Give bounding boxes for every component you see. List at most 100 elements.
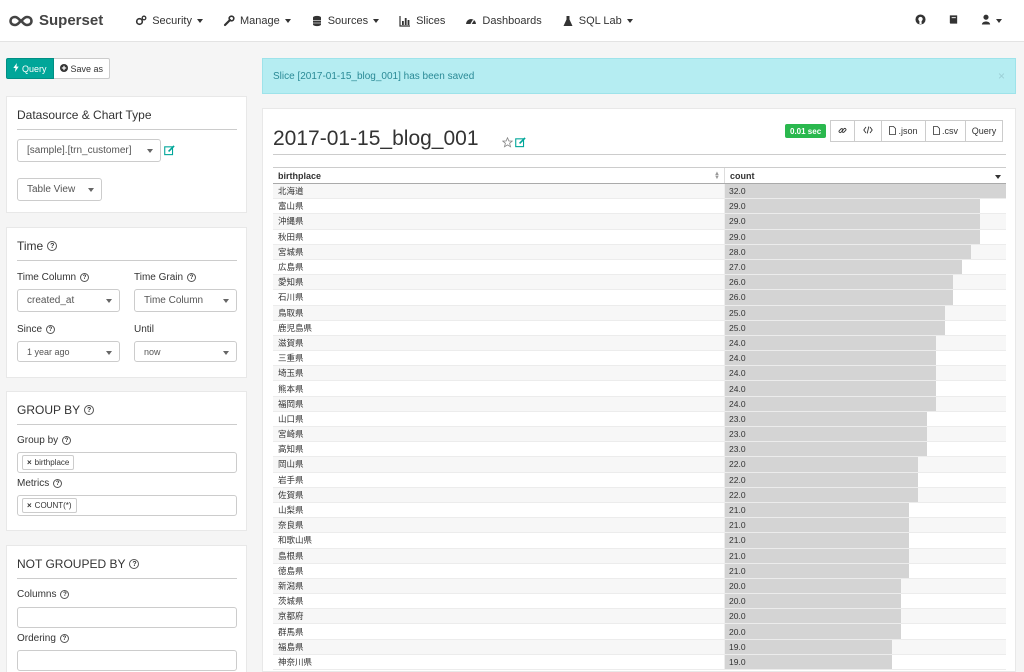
nav-dashboards[interactable]: Dashboards: [465, 15, 542, 27]
nav-slices[interactable]: Slices: [399, 15, 445, 27]
count-bar: [725, 654, 892, 669]
time-title-text: Time: [17, 239, 44, 253]
chart-type-select[interactable]: Table View: [17, 178, 102, 201]
help-icon[interactable]: ?: [60, 590, 70, 599]
help-icon[interactable]: ?: [62, 436, 72, 445]
nav-manage-label: Manage: [239, 14, 280, 27]
since-select[interactable]: 1 year ago: [17, 341, 120, 362]
table-row: 広島県 27.0: [273, 259, 1006, 276]
export-json-button[interactable]: .json: [881, 120, 926, 142]
slice-title: 2017-01-15_blog_001: [273, 127, 479, 150]
count-bar: [725, 427, 927, 442]
chevron-down-icon: [106, 299, 112, 303]
time-column-select[interactable]: created_at: [17, 289, 120, 312]
count-value: 29.0: [729, 231, 746, 242]
run-query-button[interactable]: Query: [6, 58, 54, 79]
count-value: 24.0: [729, 383, 746, 394]
group-by-select[interactable]: × birthplace: [17, 452, 237, 473]
datasource-select[interactable]: [sample].[trn_customer]: [17, 139, 161, 162]
column-header-label: count: [730, 170, 755, 181]
nav-sources[interactable]: Sources: [311, 15, 380, 27]
close-icon[interactable]: ×: [998, 69, 1005, 83]
time-grain-select[interactable]: Time Column: [134, 289, 237, 312]
until-value: now: [144, 346, 161, 357]
chevron-down-icon: [106, 351, 112, 355]
file-icon: [889, 125, 897, 137]
help-icon[interactable]: ?: [46, 325, 56, 334]
help-icon[interactable]: ?: [53, 479, 63, 488]
count-cell: 23.0: [725, 411, 1006, 426]
dashboard-icon: [465, 15, 477, 27]
birthplace-cell: 山口県: [273, 411, 725, 426]
count-bar: [725, 609, 901, 624]
count-cell: 24.0: [725, 396, 1006, 411]
docs-link[interactable]: [948, 14, 959, 28]
help-icon[interactable]: ?: [80, 273, 90, 282]
nav-manage[interactable]: Manage: [223, 15, 291, 27]
user-menu[interactable]: [981, 14, 1002, 28]
table-row: 愛知県 26.0: [273, 275, 1006, 291]
count-cell: 24.0: [725, 366, 1006, 381]
columns-select[interactable]: [17, 607, 237, 628]
column-header-birthplace[interactable]: birthplace ▲ ▼: [273, 168, 725, 183]
time-column-label: Time Column ?: [17, 272, 90, 283]
column-header-label: birthplace: [278, 170, 322, 181]
navbar-right: [915, 0, 1024, 42]
table-header: birthplace ▲ ▼ count: [273, 167, 1006, 184]
table-row: 徳島県 21.0: [273, 563, 1006, 579]
remove-tag-icon[interactable]: ×: [27, 501, 32, 510]
table-body: 北海道 32.0 富山県 29.0 沖縄県 29.0 秋田県 29.0 宮城県 28.0 広島県 27…: [273, 184, 1006, 670]
view-query-button[interactable]: Query: [965, 120, 1003, 142]
birthplace-cell: 岩手県: [273, 472, 725, 487]
until-select[interactable]: now: [134, 341, 237, 362]
export-csv-button[interactable]: .csv: [925, 120, 966, 142]
count-bar: [725, 457, 919, 472]
birthplace-cell: 富山県: [273, 199, 725, 214]
not-grouped-title-text: NOT GROUPED BY: [17, 557, 126, 571]
help-icon[interactable]: ?: [84, 405, 95, 415]
title-divider: [273, 154, 1006, 155]
edit-datasource-icon[interactable]: [164, 145, 176, 157]
table-row: 岩手県 22.0: [273, 472, 1006, 488]
ordering-select[interactable]: [17, 650, 237, 671]
help-icon[interactable]: ?: [129, 559, 140, 569]
birthplace-cell: 神奈川県: [273, 654, 725, 669]
datasource-panel-title: Datasource & Chart Type: [17, 108, 237, 130]
table-row: 鹿児島県 25.0: [273, 320, 1006, 336]
chevron-down-icon: [373, 18, 380, 23]
edit-icon[interactable]: [515, 137, 526, 151]
star-icon[interactable]: [501, 136, 514, 151]
count-value: 21.0: [729, 550, 746, 561]
top-navbar: Superset Security Manage Sources Slices …: [0, 0, 1024, 42]
help-icon[interactable]: ?: [59, 634, 69, 643]
chevron-down-icon: [223, 299, 229, 303]
count-bar: [725, 381, 936, 396]
flask-icon: [562, 15, 574, 27]
metrics-tag[interactable]: × COUNT(*): [22, 498, 77, 513]
save-as-button[interactable]: Save as: [53, 58, 111, 79]
remove-tag-icon[interactable]: ×: [27, 458, 32, 467]
embed-code-button[interactable]: [854, 120, 882, 142]
save-as-label: Save as: [70, 63, 104, 74]
table-row: 山梨県 21.0: [273, 502, 1006, 519]
help-icon[interactable]: ?: [187, 273, 197, 282]
time-grain-value: Time Column: [144, 295, 204, 306]
bolt-icon: [13, 63, 19, 74]
nav-security[interactable]: Security: [135, 15, 203, 27]
bar-chart-icon: [399, 15, 411, 27]
nav-sql-lab[interactable]: SQL Lab: [562, 15, 633, 27]
group-by-tag[interactable]: × birthplace: [22, 455, 75, 470]
brand[interactable]: Superset: [9, 12, 103, 29]
github-link[interactable]: [915, 14, 926, 28]
count-value: 23.0: [729, 413, 746, 424]
help-icon[interactable]: ?: [47, 241, 58, 251]
columns-label-text: Columns: [17, 589, 57, 600]
count-value: 20.0: [729, 580, 746, 591]
column-header-count[interactable]: count: [725, 168, 1006, 183]
metrics-select[interactable]: × COUNT(*): [17, 495, 237, 516]
export-button-group: .json .csv Query: [830, 120, 1003, 142]
copy-link-button[interactable]: [830, 120, 855, 142]
count-cell: 20.0: [725, 609, 1006, 624]
count-cell: 21.0: [725, 533, 1006, 548]
since-label: Since ?: [17, 324, 56, 335]
